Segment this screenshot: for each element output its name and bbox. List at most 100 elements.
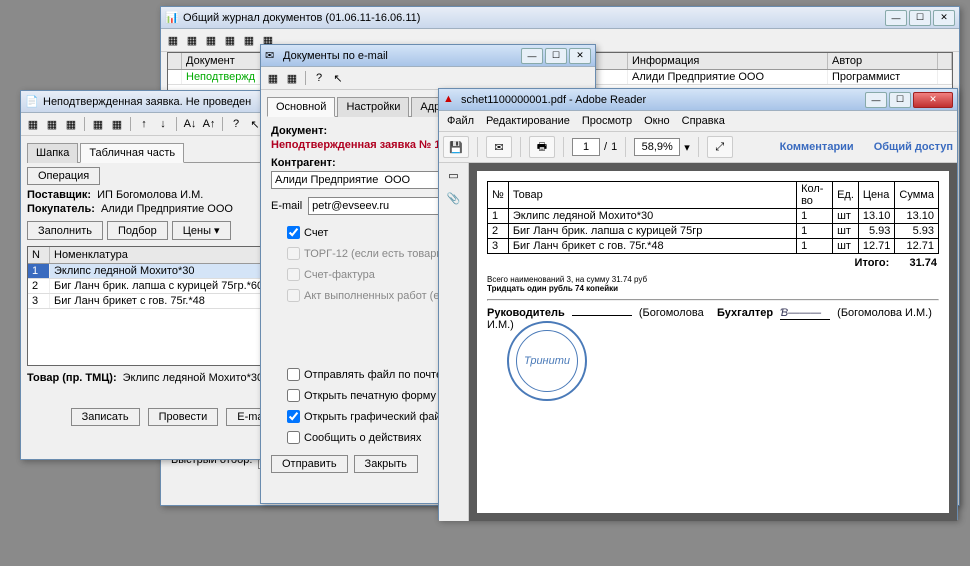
accountant-name: (Богомолова И.М.) xyxy=(837,307,932,319)
col-info[interactable]: Информация xyxy=(628,53,828,69)
tab-table[interactable]: Табличная часть xyxy=(80,143,184,163)
cb-graphic[interactable] xyxy=(287,410,300,423)
menu-help[interactable]: Справка xyxy=(682,115,725,127)
tool-icon[interactable]: ▦ xyxy=(222,32,238,48)
tab-head[interactable]: Шапка xyxy=(27,143,78,163)
app-icon: 📊 xyxy=(165,11,179,25)
minimize-button[interactable]: — xyxy=(865,92,887,108)
down-icon[interactable]: ↓ xyxy=(155,116,171,132)
buyer-value: Алиди Предприятие ООО xyxy=(101,203,233,215)
table-row: 2Биг Ланч брик. лапша с курицей 75гр1шт5… xyxy=(488,224,939,239)
comments-link[interactable]: Комментарии xyxy=(780,141,854,153)
supplier-label: Поставщик: xyxy=(27,189,91,201)
tmc-label: Товар (пр. ТМЦ): xyxy=(27,372,117,384)
contr-label: Контрагент: xyxy=(271,157,336,169)
menu-window[interactable]: Окно xyxy=(644,115,670,127)
tab-main[interactable]: Основной xyxy=(267,97,335,117)
pdf-title: schet1100000001.pdf - Adobe Reader xyxy=(461,94,865,106)
thumbnails-icon[interactable]: ▭ xyxy=(448,169,458,182)
email-close-button[interactable]: Закрыть xyxy=(354,455,418,473)
pdf-page-content: № Товар Кол-во Ед. Цена Сумма 1Эклипс ле… xyxy=(477,171,949,513)
maximize-button[interactable]: ☐ xyxy=(545,48,567,64)
prices-button[interactable]: Цены ▾ xyxy=(172,221,231,240)
cb-sf xyxy=(287,268,300,281)
tool-icon[interactable]: ▦ xyxy=(109,116,125,132)
write-button[interactable]: Записать xyxy=(71,408,140,426)
pointer-icon[interactable]: ↖ xyxy=(330,70,346,86)
doc-label: Документ: xyxy=(271,125,327,137)
tool-icon[interactable]: ▦ xyxy=(44,116,60,132)
share-link[interactable]: Общий доступ xyxy=(874,141,953,153)
email-titlebar[interactable]: ✉ Документы по e-mail — ☐ ✕ xyxy=(261,45,595,67)
close-button[interactable]: ✕ xyxy=(933,10,955,26)
up-icon[interactable]: ↑ xyxy=(136,116,152,132)
cell-doc[interactable]: Неподтвержд xyxy=(182,70,272,84)
cb-report[interactable] xyxy=(287,431,300,444)
cb-torg xyxy=(287,247,300,260)
mail-icon[interactable]: ✉ xyxy=(486,136,512,158)
col-n[interactable]: N xyxy=(28,247,50,263)
buyer-label: Покупатель: xyxy=(27,203,95,215)
close-button[interactable]: ✕ xyxy=(913,92,953,108)
save-icon[interactable]: 💾 xyxy=(443,136,469,158)
director-label: Руководитель xyxy=(487,307,565,319)
accountant-label: Бухгалтер xyxy=(717,307,773,319)
total-label: Итого: xyxy=(855,257,890,269)
zoom-input[interactable] xyxy=(634,138,680,156)
col-author[interactable]: Автор xyxy=(828,53,938,69)
pdf-menu: Файл Редактирование Просмотр Окно Справк… xyxy=(439,111,957,131)
operation-button[interactable]: Операция xyxy=(27,167,100,185)
tool-icon[interactable]: ▦ xyxy=(184,32,200,48)
tool-icon[interactable]: ▦ xyxy=(203,32,219,48)
cb-mail[interactable] xyxy=(287,368,300,381)
maximize-button[interactable]: ☐ xyxy=(889,92,911,108)
page-total: 1 xyxy=(611,141,617,153)
help-icon[interactable]: ? xyxy=(228,116,244,132)
table-row: 1Эклипс ледяной Мохито*301шт13.1013.10 xyxy=(488,209,939,224)
fullscreen-icon[interactable]: ⤢ xyxy=(707,136,733,158)
cb-print[interactable] xyxy=(287,389,300,402)
attachment-icon[interactable]: 📎 xyxy=(447,192,461,205)
pdf-sidebar: ▭ 📎 xyxy=(439,163,469,521)
page-cur-input[interactable] xyxy=(572,138,600,156)
menu-view[interactable]: Просмотр xyxy=(582,115,632,127)
post-button[interactable]: Провести xyxy=(148,408,219,426)
email-toolbar: ▦ ▦ ? ↖ xyxy=(261,67,595,90)
email-label: E-mail xyxy=(271,200,302,212)
print-icon[interactable]: 🖶 xyxy=(529,136,555,158)
table-row: 3Биг Ланч брикет с гов. 75г.*481шт12.711… xyxy=(488,239,939,254)
col-doc[interactable]: Документ xyxy=(182,53,272,69)
journal-titlebar[interactable]: 📊 Общий журнал документов (01.06.11-16.0… xyxy=(161,7,959,29)
minimize-button[interactable]: — xyxy=(521,48,543,64)
tab-settings[interactable]: Настройки xyxy=(337,97,409,117)
fill-button[interactable]: Заполнить xyxy=(27,221,103,240)
pdf-viewport[interactable]: № Товар Кол-во Ед. Цена Сумма 1Эклипс ле… xyxy=(469,163,957,521)
help-icon[interactable]: ? xyxy=(311,70,327,86)
tool-icon[interactable]: ▦ xyxy=(165,32,181,48)
chevron-down-icon[interactable]: ▾ xyxy=(684,141,690,154)
maximize-button[interactable]: ☐ xyxy=(909,10,931,26)
doc-icon: 📄 xyxy=(25,95,39,109)
tool-icon[interactable]: ▦ xyxy=(241,32,257,48)
tool-icon[interactable]: ▦ xyxy=(284,70,300,86)
minimize-button[interactable]: — xyxy=(885,10,907,26)
menu-file[interactable]: Файл xyxy=(447,115,474,127)
select-button[interactable]: Подбор xyxy=(107,221,168,240)
pdf-titlebar[interactable]: ▲ schet1100000001.pdf - Adobe Reader — ☐… xyxy=(439,89,957,111)
close-button[interactable]: ✕ xyxy=(569,48,591,64)
summary2: Тридцать один рубль 74 копейки xyxy=(487,284,939,293)
sort-icon[interactable]: A↑ xyxy=(201,116,217,132)
cb-schet[interactable] xyxy=(287,226,300,239)
invoice-table: № Товар Кол-во Ед. Цена Сумма 1Эклипс ле… xyxy=(487,181,939,254)
cell-author[interactable]: Программист xyxy=(828,70,938,84)
send-button[interactable]: Отправить xyxy=(271,455,348,473)
tool-icon[interactable]: ▦ xyxy=(90,116,106,132)
journal-title: Общий журнал документов (01.06.11-16.06.… xyxy=(183,12,885,24)
sort-icon[interactable]: A↓ xyxy=(182,116,198,132)
tool-icon[interactable]: ▦ xyxy=(265,70,281,86)
total-value: 31.74 xyxy=(909,257,937,269)
cell-info[interactable]: Алиди Предприятие ООО xyxy=(628,70,828,84)
menu-edit[interactable]: Редактирование xyxy=(486,115,570,127)
tool-icon[interactable]: ▦ xyxy=(25,116,41,132)
tool-icon[interactable]: ▦ xyxy=(63,116,79,132)
